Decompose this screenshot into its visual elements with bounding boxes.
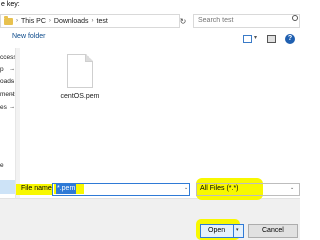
nav-item-quick-access[interactable]: ccess [0,54,15,63]
address-bar[interactable]: › This PC › Downloads › test [0,14,180,28]
nav-selected-item[interactable] [0,180,15,194]
title-bar: e key: [0,0,300,12]
breadcrumb-test[interactable]: test [97,18,108,25]
pin-icon: ⊸ [10,105,15,111]
file-name-selected-text: *.pem [56,184,77,194]
address-row: › This PC › Downloads › test ↻ [0,12,301,30]
file-type-value: All Files (*.*) [200,185,239,192]
nav-item-drive[interactable]: e [0,162,4,171]
breadcrumb-downloads[interactable]: Downloads [54,18,89,25]
file-name-label: File name: [21,185,54,192]
cancel-button-label: Cancel [262,227,284,234]
nav-item-desktop[interactable]: p [0,66,4,75]
search-icon [292,15,298,21]
navigation-pane[interactable]: ccess p ⊸ oads ⊸ ments ⊸ es ⊸ e [0,48,16,198]
new-folder-button[interactable]: New folder [12,33,45,40]
preview-pane-icon[interactable] [267,35,276,43]
chevron-right-icon: › [91,18,94,24]
chevron-down-icon[interactable]: ⌄ [290,185,294,191]
chevron-right-icon: › [48,18,51,24]
toolbar: New folder ▾ ? [0,30,300,48]
file-list[interactable]: centOS.pem [20,48,300,198]
split-divider [233,224,234,238]
chevron-down-icon[interactable]: ⌄ [184,185,188,191]
file-name: centOS.pem [60,93,100,100]
help-icon[interactable]: ? [285,34,295,44]
refresh-icon: ↻ [179,16,187,26]
nav-item-pictures[interactable]: es [0,104,7,113]
pin-icon: ⊸ [10,92,15,98]
pin-icon: ⊸ [10,79,15,85]
window-title: e key: [1,1,20,8]
refresh-button[interactable]: ↻ [176,14,190,28]
open-button-label: Open [208,227,226,234]
breadcrumb-this-pc[interactable]: This PC [21,18,46,25]
search-box[interactable] [193,14,301,28]
view-dropdown-icon[interactable]: ▾ [254,34,257,41]
file-item[interactable]: centOS.pem [50,51,110,111]
file-icon [67,54,93,88]
search-input[interactable] [194,15,301,27]
open-dropdown-icon[interactable]: ▾ [236,227,239,233]
view-options-icon[interactable] [243,35,252,43]
pin-icon: ⊸ [10,67,15,73]
file-name-value[interactable]: *.pem [54,184,84,194]
folder-icon [4,15,13,25]
chevron-right-icon: › [16,18,18,24]
